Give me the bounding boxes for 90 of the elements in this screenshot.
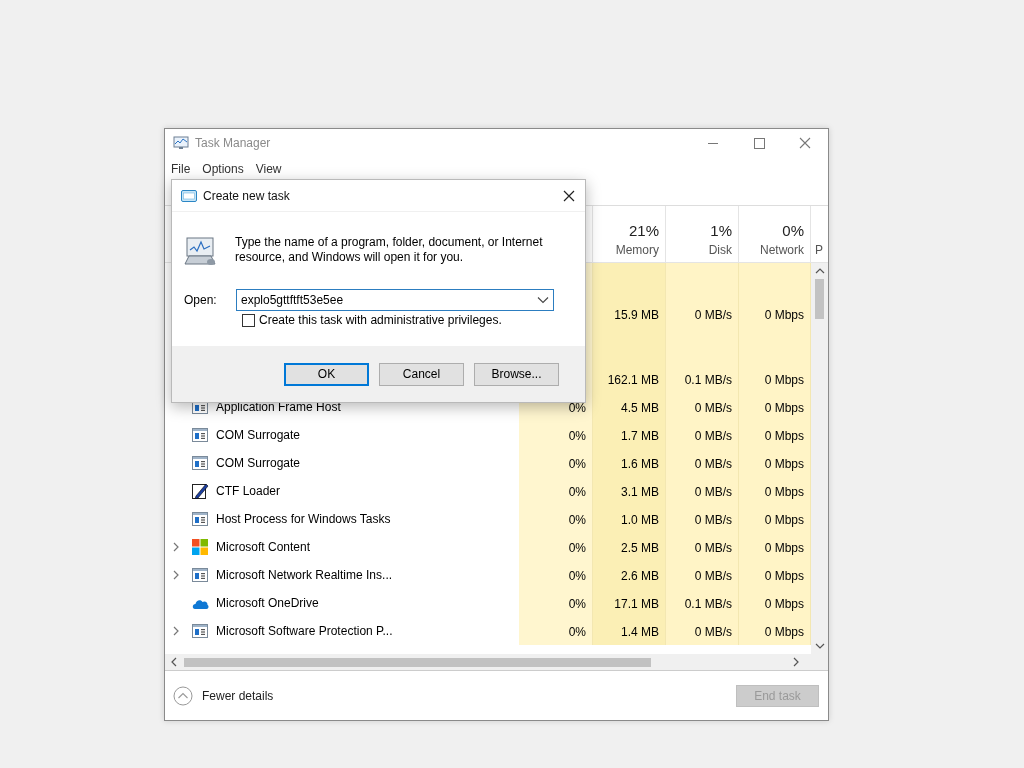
column-header[interactable]: P <box>815 243 823 257</box>
process-name: Host Process for Windows Tasks <box>216 512 391 526</box>
column-percent: 21% <box>628 222 659 239</box>
table-cell: 15.9 MB <box>593 300 666 328</box>
process-name: Microsoft Network Realtime Ins... <box>216 568 393 582</box>
dialog-title: Create new task <box>203 188 291 203</box>
menu-item[interactable]: Options <box>202 162 244 176</box>
monitor-icon <box>173 135 189 151</box>
menu-item[interactable]: View <box>255 162 282 176</box>
table-cell: 4.5 MB <box>593 393 666 421</box>
table-cell: 0 Mbps <box>739 561 811 589</box>
window-title: Task Manager <box>195 136 272 150</box>
table-cell: 3.1 MB <box>593 477 666 505</box>
table-cell: 0 MB/s <box>666 449 739 477</box>
window-icon <box>192 511 209 527</box>
computer-icon <box>184 234 218 268</box>
table-cell: 0% <box>519 561 593 589</box>
table-cell: 0.1 MB/s <box>666 589 739 617</box>
window-icon <box>192 455 209 471</box>
table-cell: 0% <box>519 589 593 617</box>
table-cell: 1.4 MB <box>593 617 666 645</box>
table-cell: 0 Mbps <box>739 449 811 477</box>
process-name: Microsoft Software Protection P... <box>216 624 393 638</box>
checkbox[interactable] <box>242 313 255 327</box>
table-cell: 0 MB/s <box>666 421 739 449</box>
table-cell: 0 MB/s <box>666 533 739 561</box>
table-cell: 0% <box>519 477 593 505</box>
table-cell: 0 MB/s <box>666 561 739 589</box>
table-cell: 0 MB/s <box>666 393 739 421</box>
table-cell: 1.0 MB <box>593 505 666 533</box>
vertical-scrollbar[interactable] <box>811 263 828 654</box>
scrollbar-thumb[interactable] <box>815 279 824 319</box>
process-name: Microsoft Content <box>216 540 311 554</box>
window-icon <box>192 427 209 443</box>
table-cell: 0 Mbps <box>739 533 811 561</box>
window-icon <box>192 623 209 639</box>
table-cell: 0% <box>519 505 593 533</box>
chevron-icon[interactable] <box>172 570 180 580</box>
dialog-button[interactable]: OK <box>284 362 369 386</box>
table-cell: 1.7 MB <box>593 421 666 449</box>
process-name: CTF Loader <box>216 484 281 498</box>
table-cell: 0 Mbps <box>739 589 811 617</box>
table-cell: 2.5 MB <box>593 533 666 561</box>
table-cell: 0 MB/s <box>666 617 739 645</box>
table-cell: 0 Mbps <box>739 505 811 533</box>
tiles-icon <box>192 539 209 555</box>
process-name: Microsoft OneDrive <box>216 596 319 610</box>
column-header[interactable]: Network <box>760 243 804 257</box>
table-cell: 162.1 MB <box>593 365 666 393</box>
table-cell: 2.6 MB <box>593 561 666 589</box>
table-cell: 0% <box>519 449 593 477</box>
window-icon <box>192 567 209 583</box>
column-header[interactable]: Memory <box>615 243 659 257</box>
table-cell: 0% <box>519 533 593 561</box>
scrollbar-thumb[interactable] <box>184 657 651 667</box>
table-cell: 0 Mbps <box>739 365 811 393</box>
table-cell: 1.6 MB <box>593 449 666 477</box>
horizontal-scrollbar[interactable] <box>165 654 828 670</box>
open-combo-box[interactable]: explo5gttftft53e5ee <box>236 289 554 311</box>
table-cell: 0 Mbps <box>739 421 811 449</box>
table-cell: 0 Mbps <box>739 300 811 328</box>
table-cell: 0 Mbps <box>739 393 811 421</box>
table-cell: 0% <box>519 617 593 645</box>
dropdown-caret-icon[interactable] <box>537 296 549 304</box>
open-label: Open: <box>184 293 218 307</box>
dialog-button[interactable]: Browse... <box>474 362 559 386</box>
menu-item[interactable]: File <box>171 162 191 176</box>
dialog-button[interactable]: Cancel <box>379 362 464 386</box>
table-cell: 0 MB/s <box>666 505 739 533</box>
process-name: COM Surrogate <box>216 456 301 470</box>
chevron-icon[interactable] <box>172 542 180 552</box>
collapse-icon <box>173 685 193 706</box>
table-cell <box>739 263 811 300</box>
process-name: COM Surrogate <box>216 428 301 442</box>
fewer-details-link[interactable]: Fewer details <box>173 685 274 706</box>
table-cell: 0% <box>519 421 593 449</box>
column-header[interactable]: Disk <box>708 243 732 257</box>
table-cell: 17.1 MB <box>593 589 666 617</box>
window-icon <box>181 189 197 202</box>
column-percent: 0% <box>782 222 804 239</box>
column-percent: 1% <box>710 222 732 239</box>
dialog-message: Type the name of a program, folder, document, or Internet resource, and Windows will open it for you. <box>235 235 544 265</box>
table-cell: 0 Mbps <box>739 617 811 645</box>
checkbox-label: Create this task with administrative privileges. <box>259 313 502 327</box>
table-cell: 0.1 MB/s <box>666 365 739 393</box>
pen-icon <box>192 483 209 499</box>
table-cell: 0 Mbps <box>739 477 811 505</box>
table-cell: 0 MB/s <box>666 300 739 328</box>
chevron-icon[interactable] <box>172 626 180 636</box>
table-cell: 0 MB/s <box>666 477 739 505</box>
